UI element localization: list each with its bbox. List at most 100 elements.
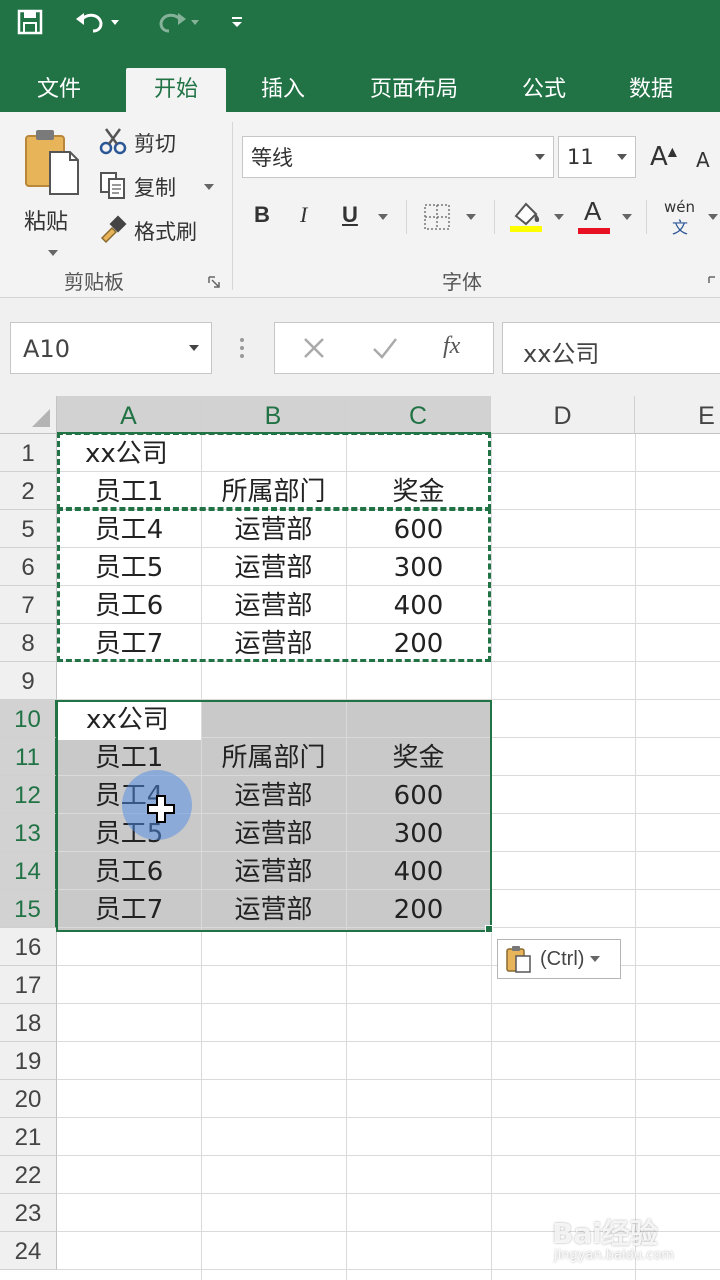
bold-button[interactable]: B: [254, 202, 270, 228]
cell-c9[interactable]: [346, 662, 491, 700]
row-header-1[interactable]: 1: [0, 434, 57, 472]
cut-button[interactable]: 剪切: [98, 126, 218, 160]
cell-b18[interactable]: [201, 1004, 346, 1042]
fill-handle[interactable]: [485, 925, 493, 933]
row-header-13[interactable]: 13: [0, 814, 57, 852]
row-header-2[interactable]: 2: [0, 472, 57, 510]
cell-a22[interactable]: [57, 1156, 201, 1194]
shrink-font-button[interactable]: A: [696, 148, 710, 172]
tab-page-layout[interactable]: 页面布局: [350, 68, 478, 112]
cell-c19[interactable]: [346, 1042, 491, 1080]
row-header-14[interactable]: 14: [0, 852, 57, 890]
cell-a16[interactable]: [57, 928, 201, 966]
clipboard-dialog-launcher-icon[interactable]: [208, 276, 220, 288]
row-header-15[interactable]: 15: [0, 890, 57, 928]
row-header-21[interactable]: 21: [0, 1118, 57, 1156]
formula-bar-grip-icon[interactable]: [238, 334, 246, 362]
font-family-select[interactable]: 等线: [242, 136, 554, 178]
paste-dropdown-icon[interactable]: [48, 250, 58, 256]
chevron-down-icon[interactable]: [189, 345, 199, 351]
paste-button[interactable]: 粘贴: [22, 128, 82, 256]
row-header-8[interactable]: 8: [0, 624, 57, 662]
row-header-10[interactable]: 10: [0, 700, 57, 738]
borders-dropdown-icon[interactable]: [466, 214, 476, 220]
row-header-6[interactable]: 6: [0, 548, 57, 586]
redo-icon[interactable]: [150, 0, 208, 44]
cell-b21[interactable]: [201, 1118, 346, 1156]
row-header-9[interactable]: 9: [0, 662, 57, 700]
borders-icon[interactable]: [422, 202, 452, 232]
column-header-e[interactable]: E: [635, 396, 720, 434]
cell-a18[interactable]: [57, 1004, 201, 1042]
row-header-22[interactable]: 22: [0, 1156, 57, 1194]
cell-b22[interactable]: [201, 1156, 346, 1194]
tab-data[interactable]: 数据: [606, 68, 696, 112]
underline-dropdown-icon[interactable]: [378, 214, 388, 220]
italic-button[interactable]: I: [300, 202, 307, 228]
fill-color-icon[interactable]: [508, 198, 544, 234]
font-dialog-launcher-icon[interactable]: [708, 276, 720, 288]
paste-options-button[interactable]: (Ctrl): [497, 939, 621, 979]
cell-a19[interactable]: [57, 1042, 201, 1080]
cell-c16[interactable]: [346, 928, 491, 966]
cell-b19[interactable]: [201, 1042, 346, 1080]
cancel-icon[interactable]: [301, 335, 327, 361]
cell-c21[interactable]: [346, 1118, 491, 1156]
row-header-12[interactable]: 12: [0, 776, 57, 814]
column-header-c[interactable]: C: [346, 396, 491, 434]
cell-b23[interactable]: [201, 1194, 346, 1232]
cell-c22[interactable]: [346, 1156, 491, 1194]
row-header-23[interactable]: 23: [0, 1194, 57, 1232]
row-header-5[interactable]: 5: [0, 510, 57, 548]
enter-icon[interactable]: [371, 335, 399, 361]
tab-file[interactable]: 文件: [14, 68, 104, 112]
row-header-17[interactable]: 17: [0, 966, 57, 1004]
fill-color-dropdown-icon[interactable]: [554, 214, 564, 220]
tab-formulas[interactable]: 公式: [500, 68, 588, 112]
select-all-button[interactable]: [0, 396, 57, 434]
row-header-19[interactable]: 19: [0, 1042, 57, 1080]
row-header-16[interactable]: 16: [0, 928, 57, 966]
phonetic-dropdown-icon[interactable]: [708, 214, 718, 220]
row-header-24[interactable]: 24: [0, 1232, 57, 1270]
name-box[interactable]: A10: [10, 322, 212, 374]
row-header-11[interactable]: 11: [0, 738, 57, 776]
worksheet-grid[interactable]: A B C D E 1 xx公司 2 员工1 所属部门 奖金 5 员工4 运营部 600 6 员工5 运…: [0, 396, 720, 1280]
font-size-select[interactable]: 11: [558, 136, 636, 178]
underline-button[interactable]: U: [342, 202, 358, 228]
tab-insert[interactable]: 插入: [238, 68, 328, 112]
cell-a24[interactable]: [57, 1232, 201, 1270]
cell-c24[interactable]: [346, 1232, 491, 1270]
row-header-20[interactable]: 20: [0, 1080, 57, 1118]
tab-home[interactable]: 开始: [126, 68, 226, 112]
save-icon[interactable]: [10, 0, 50, 44]
cell-b20[interactable]: [201, 1080, 346, 1118]
customize-qat-icon[interactable]: [226, 0, 248, 44]
format-painter-button[interactable]: 格式刷: [98, 214, 222, 248]
formula-input[interactable]: xx公司: [502, 322, 720, 374]
cell-a21[interactable]: [57, 1118, 201, 1156]
insert-function-icon[interactable]: fx: [443, 333, 460, 360]
row-header-18[interactable]: 18: [0, 1004, 57, 1042]
cell-a23[interactable]: [57, 1194, 201, 1232]
column-header-a[interactable]: A: [57, 396, 201, 434]
copy-dropdown-icon[interactable]: [204, 184, 214, 190]
cell-b24[interactable]: [201, 1232, 346, 1270]
font-color-dropdown-icon[interactable]: [622, 214, 632, 220]
cell-c18[interactable]: [346, 1004, 491, 1042]
font-color-button[interactable]: A: [578, 196, 612, 236]
column-header-b[interactable]: B: [201, 396, 346, 434]
column-header-d[interactable]: D: [491, 396, 635, 434]
cell-b17[interactable]: [201, 966, 346, 1004]
cell-a20[interactable]: [57, 1080, 201, 1118]
cell-b9[interactable]: [201, 662, 346, 700]
cell-a17[interactable]: [57, 966, 201, 1004]
phonetic-guide-button[interactable]: wén 文: [664, 198, 704, 238]
cell-c20[interactable]: [346, 1080, 491, 1118]
cell-a9[interactable]: [57, 662, 201, 700]
cell-b16[interactable]: [201, 928, 346, 966]
copy-button[interactable]: 复制: [98, 170, 222, 204]
grow-font-button[interactable]: A▲: [650, 142, 677, 172]
row-header-7[interactable]: 7: [0, 586, 57, 624]
cell-c17[interactable]: [346, 966, 491, 1004]
